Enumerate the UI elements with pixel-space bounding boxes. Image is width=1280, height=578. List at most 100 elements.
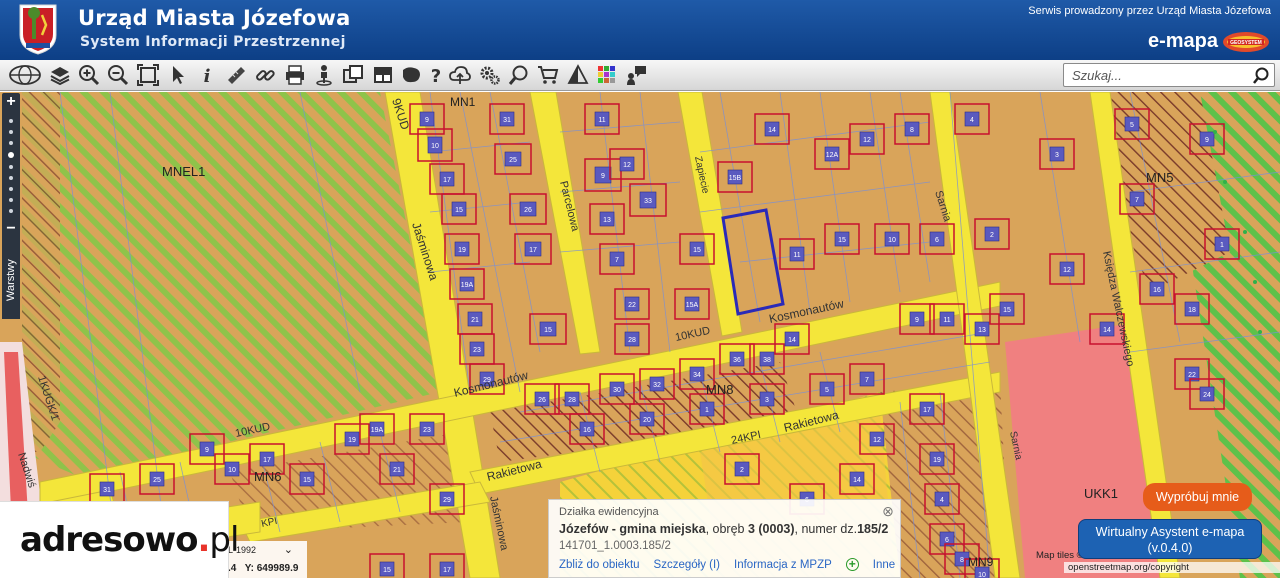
zoom-out-icon[interactable]: [106, 63, 130, 87]
svg-text:19: 19: [933, 457, 941, 464]
more-link[interactable]: Inne: [873, 559, 895, 571]
help-icon[interactable]: ?: [424, 63, 448, 87]
zoom-to-object-link[interactable]: Zbliż do obiektu: [559, 559, 640, 571]
triangle-icon[interactable]: [566, 63, 590, 87]
layers-tab-label: Warstwy: [5, 259, 17, 301]
svg-text:15A: 15A: [686, 302, 699, 309]
zoom-in-icon[interactable]: [77, 63, 101, 87]
logo-text-a: adresowo: [20, 520, 198, 560]
chevron-down-icon[interactable]: ⌄: [284, 543, 293, 556]
details-link[interactable]: Szczegóły (I): [654, 559, 720, 571]
svg-text:10: 10: [228, 467, 236, 474]
layers-tab[interactable]: Warstwy: [2, 247, 20, 319]
svg-text:15: 15: [455, 207, 463, 214]
svg-text:20: 20: [643, 417, 651, 424]
svg-text:17: 17: [263, 457, 271, 464]
zoom-in-button[interactable]: +: [2, 94, 20, 110]
search-box[interactable]: [1063, 63, 1275, 87]
plus-circle-icon[interactable]: +: [845, 558, 859, 571]
emapa-brand[interactable]: e-mapa GEOSYSTEM: [1148, 30, 1270, 53]
svg-text:19: 19: [348, 437, 356, 444]
svg-text:9: 9: [601, 173, 605, 180]
globe-icon[interactable]: [8, 63, 42, 87]
layers-icon[interactable]: [48, 63, 72, 87]
full-extent-icon[interactable]: [136, 63, 160, 87]
svg-text:i: i: [204, 66, 211, 86]
map-icon[interactable]: [399, 63, 423, 87]
pointer-icon[interactable]: [166, 63, 190, 87]
assistant-version: (v.0.4.0): [1147, 541, 1193, 555]
svg-text:17: 17: [529, 247, 537, 254]
street-view-icon[interactable]: [312, 63, 336, 87]
svg-text:10: 10: [431, 143, 439, 150]
logo-text-c: pl: [209, 520, 239, 560]
app-title: Urząd Miasta Józefowa: [78, 6, 351, 30]
svg-text:5: 5: [1130, 122, 1134, 129]
adresowo-logo[interactable]: adresowo.pl: [0, 501, 239, 578]
measure-icon[interactable]: [224, 63, 248, 87]
settings-icon[interactable]: [478, 63, 502, 87]
coat-of-arms-icon: [19, 4, 57, 55]
coord-x: .4: [228, 563, 237, 574]
search-zoom-icon[interactable]: [507, 63, 531, 87]
link-icon[interactable]: [253, 63, 277, 87]
layout-icon[interactable]: [371, 63, 395, 87]
cart-icon[interactable]: [536, 63, 560, 87]
copy-icon[interactable]: [341, 63, 365, 87]
info-icon[interactable]: i: [195, 63, 219, 87]
svg-text:25: 25: [509, 157, 517, 164]
svg-text:14: 14: [1103, 327, 1111, 334]
svg-text:7: 7: [865, 377, 869, 384]
svg-text:22: 22: [628, 302, 636, 309]
osm-copyright-link[interactable]: openstreetmap.org/copyright: [1064, 562, 1280, 573]
print-icon[interactable]: [283, 63, 307, 87]
mpzp-info-link[interactable]: Informacja z MPZP: [734, 559, 832, 571]
svg-text:22: 22: [1188, 372, 1196, 379]
zoom-level-indicator[interactable]: [8, 152, 14, 158]
cloud-upload-icon[interactable]: [448, 63, 472, 87]
svg-text:3: 3: [1055, 152, 1059, 159]
parcel-description: Józefów - gmina miejska, obręb 3 (0003),…: [559, 522, 889, 536]
zone-label: UKK1: [1084, 486, 1118, 501]
svg-text:3: 3: [765, 397, 769, 404]
zone-label: MNEL1: [162, 164, 205, 179]
svg-text:11: 11: [598, 117, 605, 124]
search-input[interactable]: [1072, 67, 1252, 84]
svg-text:15: 15: [693, 247, 701, 254]
svg-text:1: 1: [1220, 242, 1224, 249]
svg-text:15: 15: [838, 237, 846, 244]
service-provider-text: Serwis prowadzony przez Urząd Miasta Józ…: [1028, 5, 1271, 17]
svg-text:7: 7: [615, 257, 619, 264]
svg-text:19: 19: [458, 247, 466, 254]
coord-y: Y: 649989.9: [244, 563, 299, 574]
try-me-button[interactable]: Wypróbuj mnie: [1143, 483, 1252, 511]
svg-text:30: 30: [613, 387, 621, 394]
svg-text:15: 15: [1003, 307, 1011, 314]
svg-text:34: 34: [693, 372, 701, 379]
svg-text:31: 31: [103, 487, 111, 494]
popup-links: Zbliż do obiektu Szczegóły (I) Informacj…: [559, 558, 895, 571]
svg-text:15: 15: [383, 567, 391, 574]
svg-text:15B: 15B: [729, 175, 742, 182]
svg-text:9: 9: [1205, 137, 1209, 144]
comment-person-icon[interactable]: [624, 63, 648, 87]
svg-text:?: ?: [431, 66, 441, 86]
close-icon[interactable]: ⊗: [881, 504, 895, 518]
svg-text:9: 9: [425, 117, 429, 124]
svg-text:19A: 19A: [461, 282, 474, 289]
svg-text:29: 29: [443, 497, 451, 504]
search-icon[interactable]: [1252, 67, 1270, 85]
svg-text:15: 15: [544, 327, 552, 334]
svg-text:7: 7: [1135, 197, 1139, 204]
zoom-out-button[interactable]: −: [2, 221, 20, 237]
virtual-assistant-button[interactable]: Wirtualny Asystent e-mapa (v.0.4.0): [1078, 519, 1262, 559]
svg-text:8: 8: [910, 127, 914, 134]
popup-heading: Działka ewidencyjna: [559, 506, 659, 518]
geosystem-logo-icon: GEOSYSTEM: [1223, 31, 1269, 52]
app-subtitle: System Informacji Przestrzennej: [80, 34, 346, 50]
svg-text:12: 12: [623, 162, 631, 169]
grid-color-icon[interactable]: [595, 63, 619, 87]
svg-text:4: 4: [970, 117, 974, 124]
svg-text:17: 17: [923, 407, 931, 414]
svg-text:8: 8: [960, 557, 964, 564]
